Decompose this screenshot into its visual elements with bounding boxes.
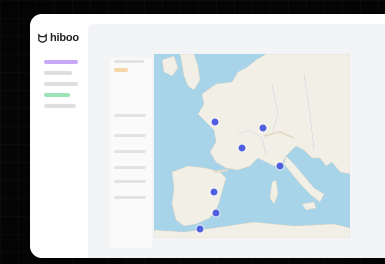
asset-list bbox=[110, 58, 152, 248]
map-pin-france-west[interactable] bbox=[259, 124, 267, 132]
list-item[interactable] bbox=[114, 134, 146, 137]
app-window: hiboo bbox=[30, 14, 385, 258]
map-pin-spain-north[interactable] bbox=[210, 188, 218, 196]
list-item[interactable] bbox=[114, 180, 146, 183]
map-pin-france-south[interactable] bbox=[276, 162, 284, 170]
map-pin-france-center[interactable] bbox=[238, 144, 246, 152]
nav-item-green[interactable] bbox=[44, 93, 70, 97]
list-item[interactable] bbox=[114, 196, 146, 199]
list-item[interactable] bbox=[114, 150, 146, 153]
list-item[interactable] bbox=[114, 166, 146, 169]
list-item[interactable] bbox=[114, 114, 146, 117]
logo-text: hiboo bbox=[50, 32, 79, 44]
map-canvas bbox=[154, 54, 350, 238]
nav-item-purple[interactable] bbox=[44, 60, 78, 64]
logo: hiboo bbox=[37, 32, 79, 44]
list-header bbox=[114, 60, 144, 63]
list-filter-chip[interactable] bbox=[114, 68, 128, 72]
map-view[interactable] bbox=[154, 54, 350, 238]
map-pin-france-north[interactable] bbox=[211, 118, 219, 126]
owl-icon bbox=[38, 32, 47, 43]
sidebar: hiboo bbox=[30, 14, 88, 258]
nav-item-1[interactable] bbox=[44, 71, 72, 75]
map-pin-spain-center[interactable] bbox=[212, 209, 220, 217]
nav-item-3[interactable] bbox=[44, 104, 76, 108]
map-pin-spain-south[interactable] bbox=[196, 225, 204, 233]
nav-item-2[interactable] bbox=[44, 82, 78, 86]
